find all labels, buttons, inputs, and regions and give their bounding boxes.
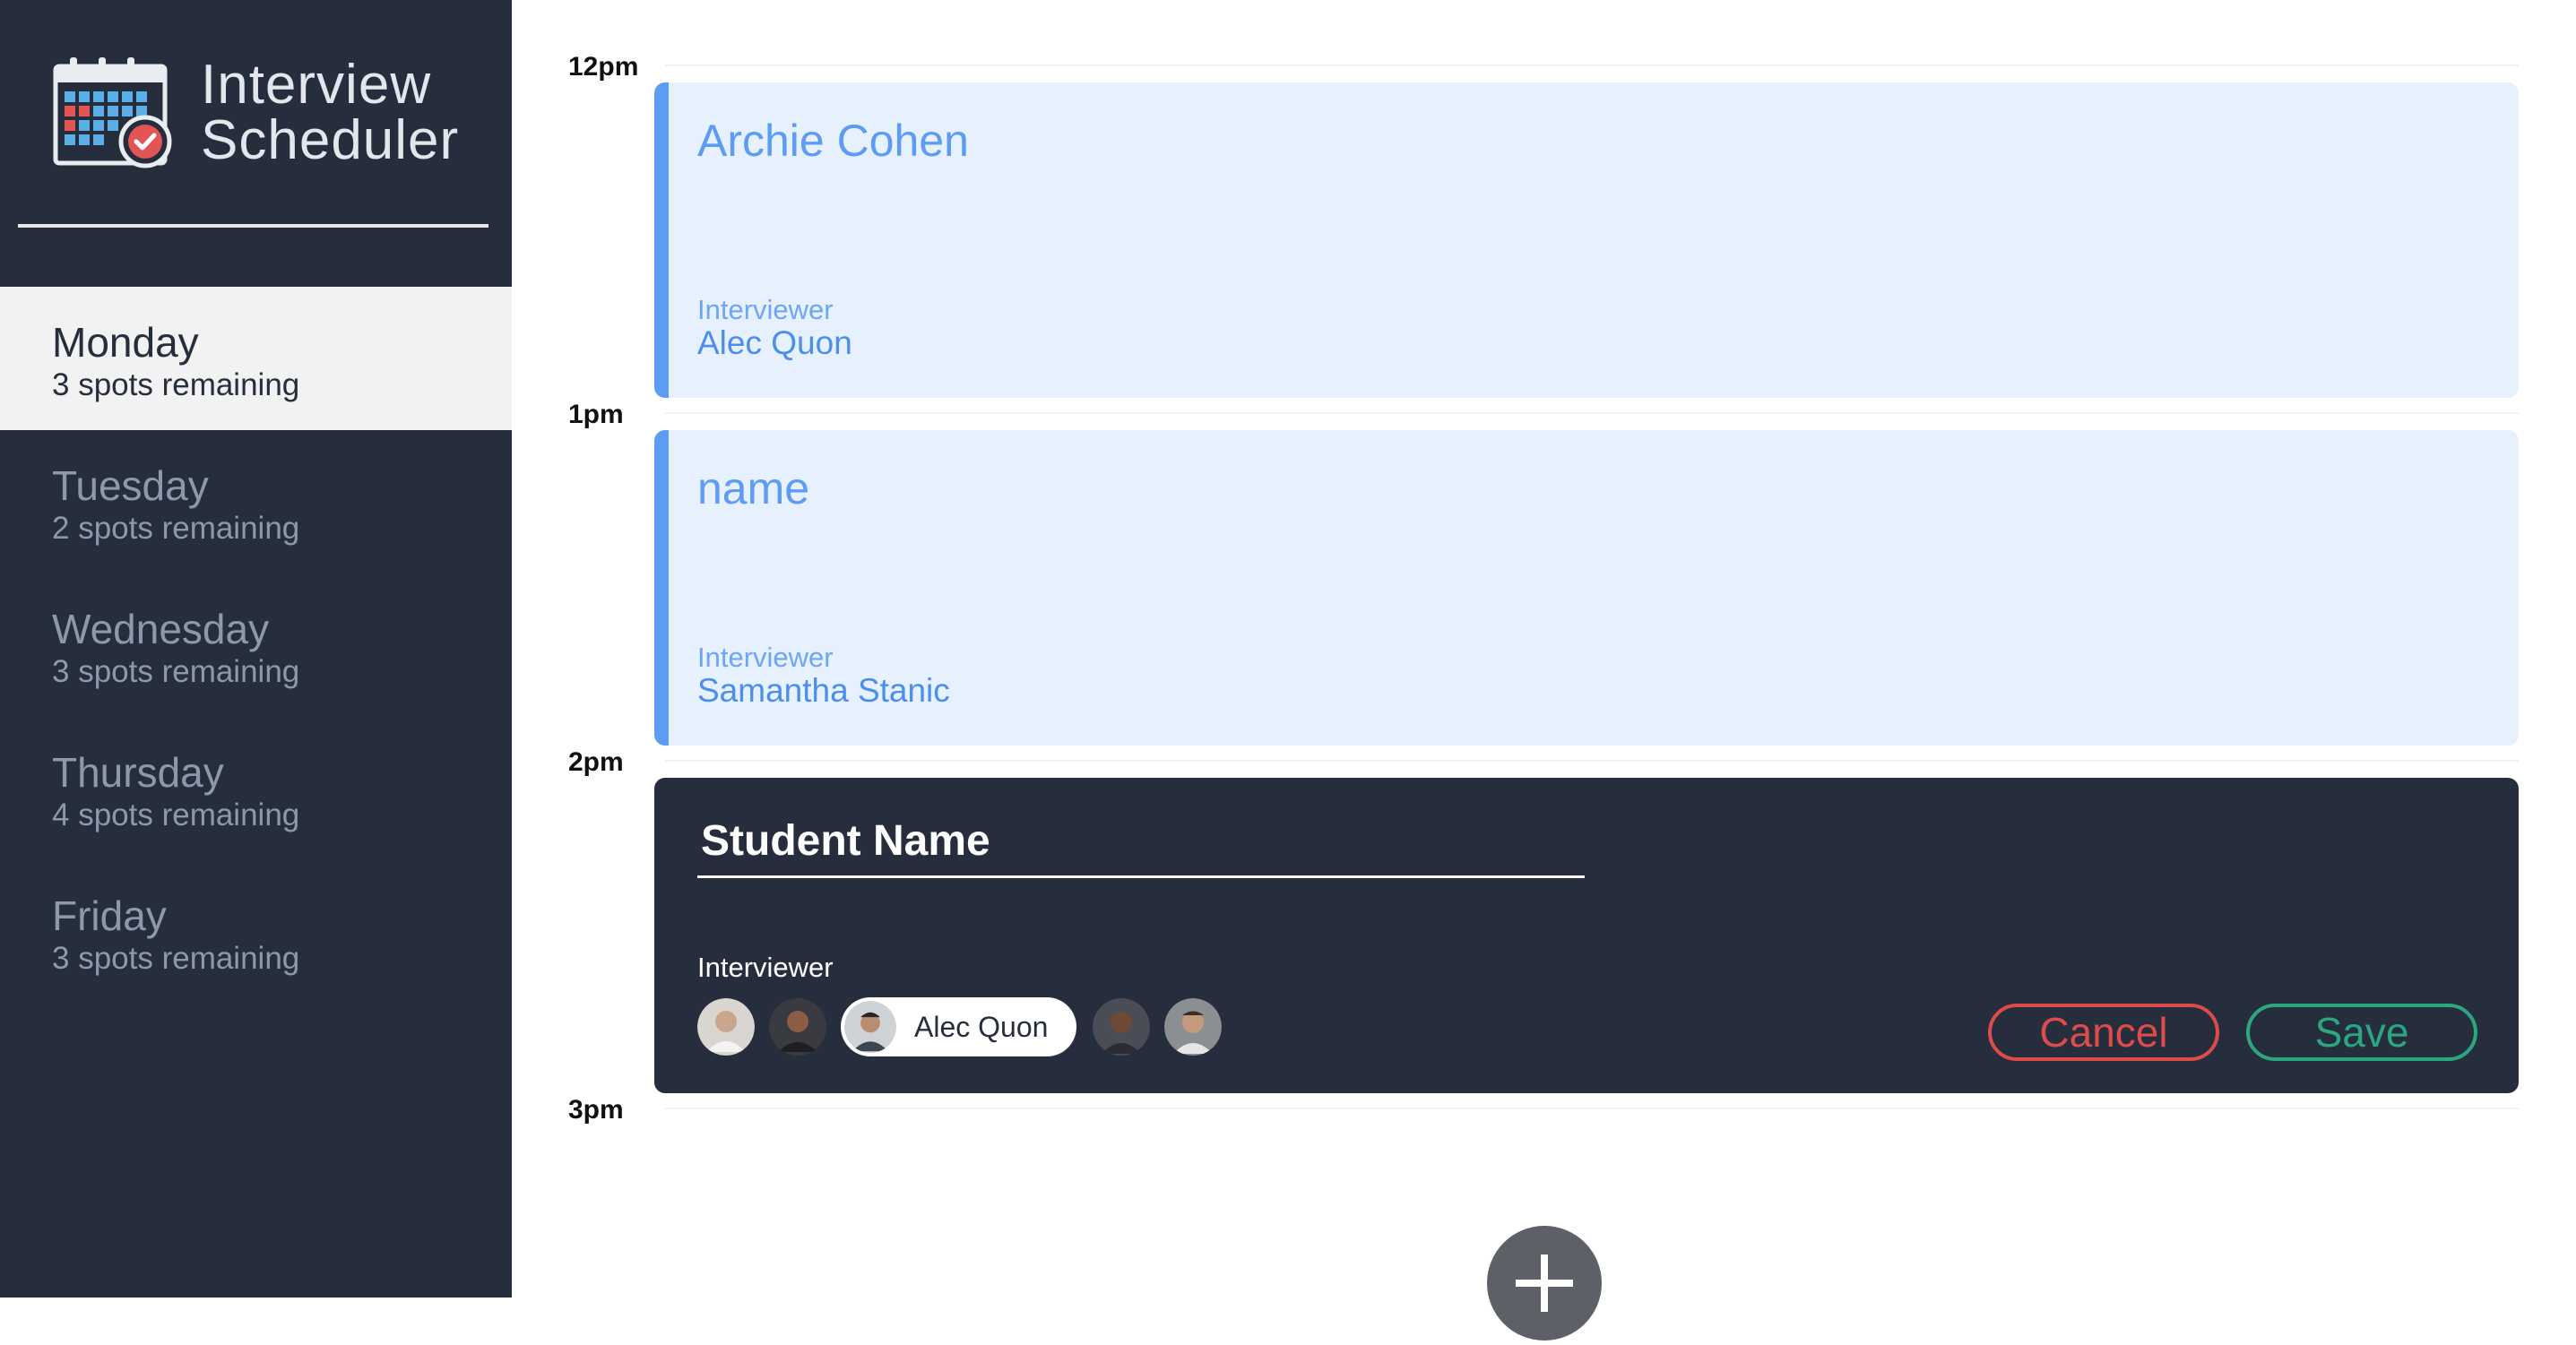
hour-line: [665, 1108, 2519, 1109]
appointment-card[interactable]: name Interviewer Samantha Stanic: [654, 430, 2519, 746]
day-item-monday[interactable]: Monday 3 spots remaining: [0, 287, 512, 430]
appointment-student: Archie Cohen: [697, 116, 969, 166]
hour-line: [665, 65, 2519, 66]
day-name: Thursday: [52, 749, 224, 796]
selected-interviewer-name: Alec Quon: [914, 1010, 1049, 1043]
calendar-check-icon: [53, 57, 172, 168]
student-name-input[interactable]: [697, 814, 1585, 878]
day-item-wednesday[interactable]: Wednesday 3 spots remaining: [0, 573, 512, 717]
interviewer-label: Interviewer: [697, 952, 834, 983]
day-name: Wednesday: [52, 606, 270, 652]
app-title-line2: Scheduler: [201, 109, 460, 171]
interviewer-list: Alec Quon: [697, 996, 1236, 1057]
interviewer-avatar[interactable]: [769, 998, 826, 1056]
save-button[interactable]: Save: [2246, 1004, 2477, 1061]
appointment-interviewer-label: Interviewer: [697, 642, 834, 673]
day-item-thursday[interactable]: Thursday 4 spots remaining: [0, 717, 512, 860]
day-spots: 3 spots remaining: [52, 941, 300, 976]
sidebar: Interview Scheduler Monday 3 spots remai…: [0, 0, 512, 1298]
cancel-button[interactable]: Cancel: [1988, 1004, 2219, 1061]
day-spots: 3 spots remaining: [52, 654, 300, 689]
day-item-friday[interactable]: Friday 3 spots remaining: [0, 860, 512, 1004]
interviewer-avatar[interactable]: [1093, 998, 1151, 1056]
hour-label-2pm: 2pm: [568, 747, 624, 777]
day-name: Tuesday: [52, 462, 209, 509]
plus-icon: [1516, 1254, 1573, 1312]
hour-line: [665, 412, 2519, 414]
interviewer-avatar[interactable]: [697, 998, 755, 1056]
hour-label-3pm: 3pm: [568, 1095, 624, 1125]
app-title-line1: Interview: [201, 54, 432, 116]
day-name: Friday: [52, 892, 167, 939]
appointment-interviewer: Alec Quon: [697, 324, 852, 361]
appointment-interviewer: Samantha Stanic: [697, 672, 950, 709]
interviewer-selected[interactable]: Alec Quon: [841, 997, 1077, 1056]
day-item-tuesday[interactable]: Tuesday 2 spots remaining: [0, 430, 512, 573]
app-title: Interview Scheduler: [201, 57, 459, 168]
sidebar-divider: [18, 224, 488, 228]
hour-label-12pm: 12pm: [568, 52, 639, 82]
day-spots: 2 spots remaining: [52, 511, 300, 546]
day-spots: 3 spots remaining: [52, 367, 300, 402]
add-appointment-button[interactable]: [1487, 1226, 1602, 1341]
day-spots: 4 spots remaining: [52, 798, 300, 832]
hour-line: [665, 760, 2519, 762]
appointment-card[interactable]: Archie Cohen Interviewer Alec Quon: [654, 82, 2519, 398]
appointment-interviewer-label: Interviewer: [697, 294, 834, 325]
interviewer-avatar[interactable]: [1164, 998, 1223, 1056]
appointment-student: name: [697, 463, 810, 513]
hour-label-1pm: 1pm: [568, 400, 624, 429]
day-list: Monday 3 spots remaining Tuesday 2 spots…: [0, 287, 512, 1004]
appointment-form: Interviewer Alec Quon: [654, 778, 2519, 1093]
day-name: Monday: [52, 319, 199, 366]
interviewer-avatar: [844, 1001, 896, 1053]
